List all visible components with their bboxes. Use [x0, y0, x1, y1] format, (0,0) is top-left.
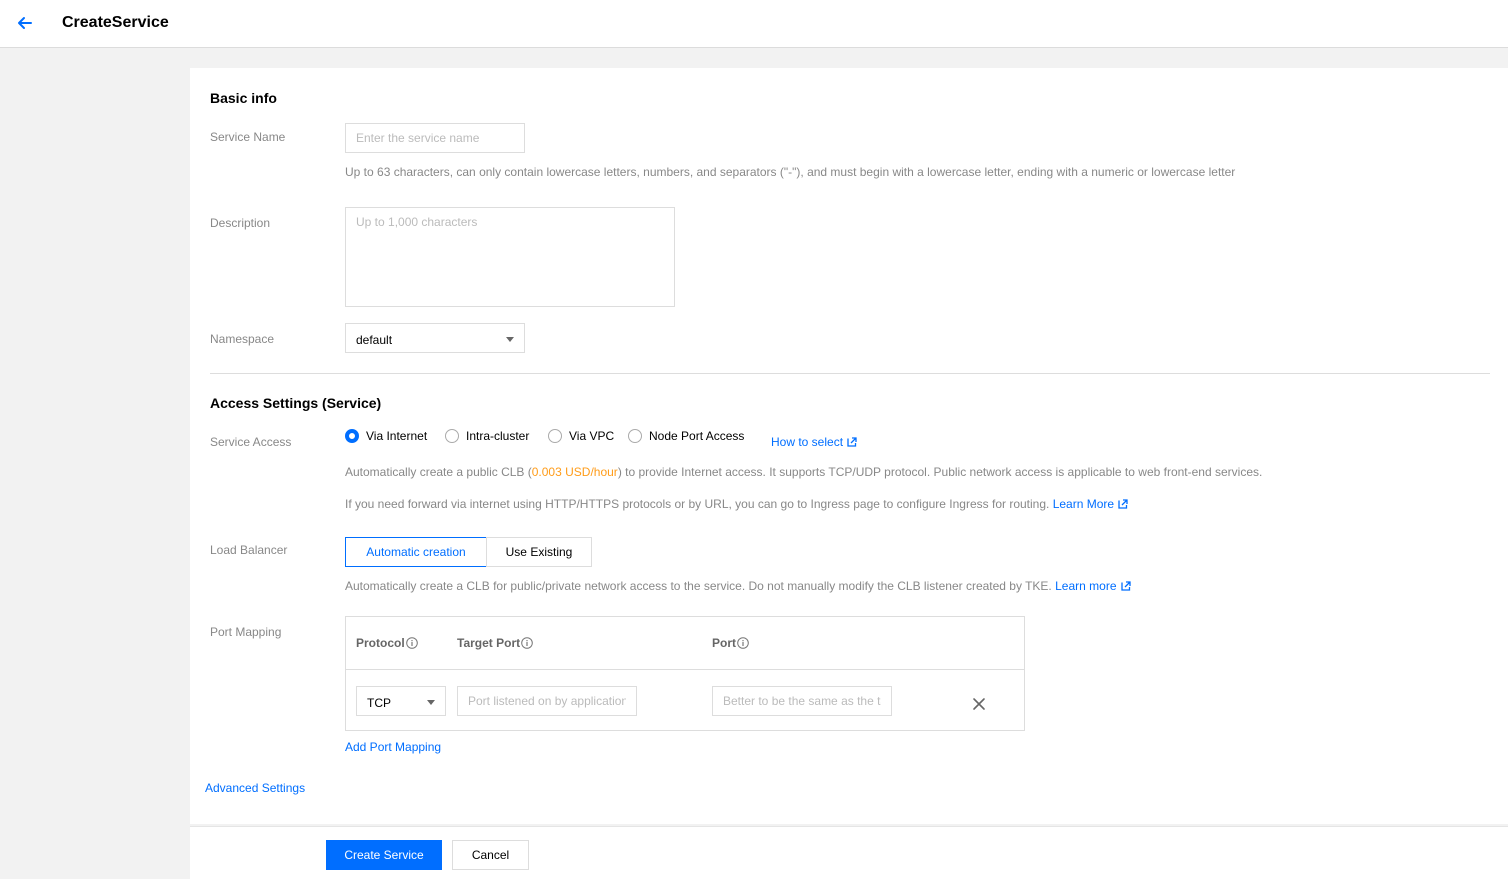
namespace-select[interactable]: default	[345, 323, 525, 353]
column-header-port: Port	[712, 636, 749, 650]
radio-label: Via VPC	[569, 429, 615, 443]
info-icon[interactable]	[405, 637, 418, 649]
clb-price: 0.003 USD/hour	[531, 465, 618, 479]
column-header-text: Target Port	[457, 636, 521, 650]
caret-down-icon	[427, 700, 435, 705]
table-header-divider	[346, 669, 1024, 670]
load-balancer-label: Load Balancer	[210, 543, 288, 557]
radio-checked-icon	[345, 429, 359, 443]
description-label: Description	[210, 216, 271, 230]
top-bar: CreateService	[0, 0, 1508, 48]
how-to-select-link[interactable]: How to select	[771, 435, 857, 449]
radio-via-vpc[interactable]: Via VPC	[548, 429, 614, 443]
clb-hint-prefix: Automatically create a public CLB (	[345, 465, 532, 479]
namespace-label: Namespace	[210, 332, 275, 346]
port-mapping-label: Port Mapping	[210, 625, 282, 639]
close-icon[interactable]	[972, 697, 986, 711]
learn-more-text: Learn more	[1055, 579, 1117, 593]
radio-unchecked-icon	[445, 429, 459, 443]
ingress-learn-more-link[interactable]: Learn More	[1053, 497, 1128, 511]
radio-intra-cluster[interactable]: Intra-cluster	[445, 429, 529, 443]
column-header-target-port: Target Port	[457, 636, 533, 650]
service-access-label: Service Access	[210, 435, 292, 449]
service-name-input[interactable]	[345, 123, 525, 153]
automatic-creation-button[interactable]: Automatic creation	[345, 537, 487, 567]
add-port-mapping-link[interactable]: Add Port Mapping	[345, 740, 441, 754]
column-header-protocol: Protocol	[356, 636, 418, 650]
learn-more-text: Learn More	[1052, 497, 1115, 511]
page-title: CreateService	[62, 14, 169, 31]
radio-label: Via Internet	[366, 429, 428, 443]
ingress-hint-text: If you need forward via internet using H…	[345, 497, 1050, 511]
create-service-button[interactable]: Create Service	[326, 840, 442, 870]
service-name-hint: Up to 63 characters, can only contain lo…	[345, 165, 1236, 179]
external-link-icon	[1118, 499, 1128, 509]
info-icon[interactable]	[521, 637, 533, 649]
radio-unchecked-icon	[628, 429, 642, 443]
radio-label: Intra-cluster	[466, 429, 530, 443]
cancel-button[interactable]: Cancel	[452, 840, 529, 870]
section-title-basic-info: Basic info	[210, 90, 277, 106]
namespace-value: default	[356, 333, 393, 347]
load-balancer-hint-text: Automatically create a CLB for public/pr…	[345, 579, 1052, 593]
caret-down-icon	[506, 337, 514, 342]
external-link-icon	[847, 437, 857, 447]
column-header-text: Port	[712, 636, 736, 650]
target-port-input[interactable]	[457, 686, 637, 716]
section-title-access-settings: Access Settings (Service)	[210, 395, 382, 411]
clb-hint-suffix: ) to provide Internet access. It support…	[617, 465, 1263, 479]
description-textarea[interactable]	[345, 207, 675, 307]
radio-via-internet[interactable]: Via Internet	[345, 429, 427, 443]
clb-hint: Automatically create a public CLB (0.003…	[345, 465, 1262, 479]
port-mapping-table	[345, 616, 1025, 731]
external-link-icon	[1120, 581, 1131, 591]
radio-unchecked-icon	[548, 429, 562, 443]
radio-label: Node Port Access	[649, 429, 745, 443]
use-existing-button[interactable]: Use Existing	[486, 537, 592, 567]
advanced-settings-link[interactable]: Advanced Settings	[205, 781, 305, 795]
how-to-select-text: How to select	[771, 435, 844, 449]
section-divider	[210, 373, 1490, 374]
load-balancer-hint: Automatically create a CLB for public/pr…	[345, 579, 1131, 593]
load-balancer-learn-more-link[interactable]: Learn more	[1055, 579, 1131, 593]
service-name-label: Service Name	[210, 130, 286, 144]
protocol-value: TCP	[367, 696, 391, 710]
column-header-text: Protocol	[356, 636, 405, 650]
arrow-left-icon[interactable]	[14, 12, 36, 34]
protocol-select[interactable]: TCP	[356, 686, 446, 716]
port-input[interactable]	[712, 686, 892, 716]
info-icon[interactable]	[737, 637, 749, 649]
radio-node-port-access[interactable]: Node Port Access	[628, 429, 744, 443]
ingress-hint: If you need forward via internet using H…	[345, 497, 1128, 511]
